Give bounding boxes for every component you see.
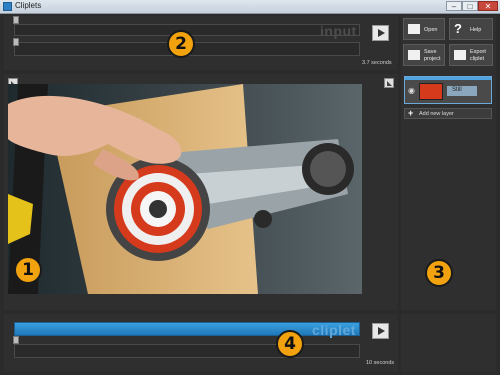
eye-icon[interactable]: ◉: [408, 86, 415, 95]
video-panel: [4, 74, 398, 310]
export-cliplet-button[interactable]: Export cliplet: [449, 44, 493, 66]
output-range-track[interactable]: [14, 322, 360, 336]
help-icon: ?: [454, 21, 462, 36]
output-play-button[interactable]: [372, 323, 389, 339]
save-icon: [408, 50, 420, 60]
app-icon: [3, 2, 12, 11]
output-playhead-handle[interactable]: [13, 336, 19, 344]
window-title: Cliplets: [15, 1, 42, 10]
title-bar: Cliplets – □ ✕: [0, 0, 500, 14]
input-panel: input 3.7 seconds: [4, 16, 398, 70]
video-frame[interactable]: [8, 84, 362, 294]
play-icon: [378, 29, 385, 37]
frame-icon: [387, 81, 392, 86]
plus-icon: +: [408, 108, 414, 118]
minimize-button[interactable]: –: [446, 1, 462, 11]
callout-3: 3: [425, 259, 453, 287]
layer-name-field[interactable]: Still: [447, 86, 477, 96]
callout-2: 2: [167, 30, 195, 58]
maximize-button[interactable]: □: [462, 1, 478, 11]
close-button[interactable]: ✕: [478, 1, 498, 11]
folder-icon: [408, 24, 420, 34]
callout-1: 1: [14, 256, 42, 284]
layer-item[interactable]: ◉ Still: [404, 76, 492, 104]
input-track-label: input: [320, 23, 357, 39]
help-button[interactable]: ? Help: [449, 18, 493, 40]
output-timeline-track[interactable]: [14, 344, 360, 358]
open-button[interactable]: Open: [403, 18, 445, 40]
export-icon: [454, 50, 466, 60]
output-track-label: cliplet: [312, 322, 356, 338]
input-playhead-handle[interactable]: [13, 38, 19, 46]
callout-4: 4: [276, 330, 304, 358]
play-icon: [378, 327, 385, 335]
add-layer-button[interactable]: + Add new layer: [404, 108, 492, 119]
sidebar-bottom-spacer: [401, 314, 496, 372]
layer-thumbnail: [419, 83, 443, 100]
input-start-handle[interactable]: [13, 16, 19, 24]
layer-highlight-bar: [405, 77, 491, 80]
save-project-button[interactable]: Save project: [403, 44, 445, 66]
input-play-button[interactable]: [372, 25, 389, 41]
output-panel: cliplet 10 seconds: [4, 314, 398, 372]
select-output-frame-button[interactable]: [384, 78, 394, 88]
output-duration: 10 seconds: [366, 360, 395, 366]
input-duration: 3.7 seconds: [362, 60, 392, 66]
